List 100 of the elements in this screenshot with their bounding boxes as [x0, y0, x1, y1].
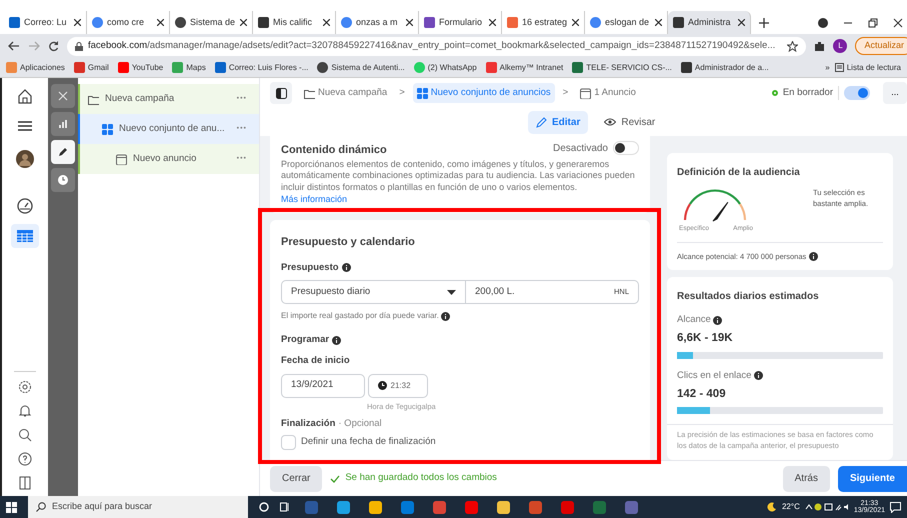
time-field[interactable]: 21:32: [368, 374, 428, 398]
card-title: Contenido dinámico: [281, 143, 387, 158]
search-icon: [36, 502, 46, 512]
close-icon[interactable]: [738, 19, 745, 26]
tray-icons-drawing: [804, 502, 849, 512]
close-icon[interactable]: [323, 19, 330, 26]
update-button[interactable]: Actualizar: [855, 37, 907, 55]
field-label: Finalización: [281, 416, 336, 431]
notifications-icon[interactable]: [890, 502, 901, 512]
bookmark-link[interactable]: Correo: Luis Flores -...: [214, 62, 308, 74]
field-label: Programar: [281, 333, 330, 347]
avatar-icon[interactable]: [16, 150, 34, 168]
help-icon[interactable]: [18, 452, 32, 466]
close-icon[interactable]: [240, 19, 247, 26]
mode-tab[interactable]: Revisar: [596, 110, 664, 134]
bookmark-link[interactable]: Aplicaciones: [6, 62, 65, 74]
sidebar-toggle-button[interactable]: [270, 82, 292, 104]
bookmark-link[interactable]: Gmail: [74, 62, 109, 74]
pencil-icon: [57, 146, 69, 158]
close-icon[interactable]: [406, 19, 413, 26]
status-toggle[interactable]: [844, 86, 870, 100]
description-text: Proporciónanos elementos de contenido, como imágenes y títulos, y generaremos automáticamente combinaciones optimizadas para tu audiencia. Las variaciones pueden incluir distintos formatos o plantillas en función de uno o varios elementos. Más información: [281, 158, 636, 206]
budget-type-dropdown[interactable]: Presupuesto diario: [281, 280, 466, 304]
gauge-icon[interactable]: [16, 197, 34, 215]
close-icon[interactable]: [157, 19, 164, 26]
bookmark-link[interactable]: YouTube: [118, 62, 164, 74]
chart-icon: [57, 118, 69, 130]
new-tab-icon[interactable]: [759, 18, 769, 28]
panel-icon[interactable]: [18, 476, 32, 490]
info-icon: [809, 252, 818, 261]
chevron-icon: >: [562, 86, 568, 100]
app-icon[interactable]: [497, 500, 510, 514]
help-text: El importe real gastado por día puede variar.: [281, 310, 439, 322]
grid-icon: [102, 124, 113, 134]
reload-icon[interactable]: [48, 40, 59, 52]
close-icon[interactable]: [572, 19, 579, 26]
reading-list-button[interactable]: Lista de lectura: [834, 62, 901, 74]
bookmark-link[interactable]: Sistema de Autenti...: [317, 62, 405, 74]
dynamic-toggle[interactable]: [613, 141, 639, 156]
table-icon[interactable]: [16, 227, 34, 245]
date-field[interactable]: 13/9/2021: [281, 374, 365, 398]
bookmark-link[interactable]: (2) WhatsApp: [414, 62, 477, 74]
cortana-icon[interactable]: [259, 502, 269, 512]
folder-icon: [88, 94, 99, 104]
settings-icon[interactable]: [18, 380, 32, 394]
bookmark-link[interactable]: Alkemy™ Intranet: [486, 62, 564, 74]
status-label: En borrador: [782, 86, 833, 100]
star-icon[interactable]: [787, 40, 798, 52]
moon-icon: [766, 502, 777, 512]
taskbar-search-field[interactable]: Escribe aquí para buscar: [28, 496, 248, 518]
search-icon[interactable]: [18, 428, 32, 442]
temperature-text: 22°C: [782, 501, 800, 513]
app-icon[interactable]: [369, 500, 382, 514]
checkbox[interactable]: [281, 435, 296, 450]
folder-icon: [304, 88, 315, 98]
info-icon: [332, 336, 342, 345]
home-icon[interactable]: [16, 87, 34, 105]
next-button[interactable]: Siguiente: [838, 466, 907, 492]
bookmark-link[interactable]: TELE- SERVICIO CS-...: [572, 62, 672, 74]
grid-icon: [416, 88, 428, 98]
back-button[interactable]: Atrás: [782, 466, 830, 492]
address-field[interactable]: facebook.com/adsmanager/manage/adsets/edit?act=320788459227416&nav_entry_point=comet_bookmark&selected_campaign_ids=23848711527190492&sele...: [67, 36, 806, 56]
mode-tab[interactable]: Editar: [528, 110, 588, 134]
windows-icon[interactable]: [6, 502, 17, 512]
more-info-link[interactable]: Más información: [281, 194, 348, 204]
pencil-button[interactable]: [51, 140, 75, 164]
square-icon: [507, 17, 518, 28]
field-label: Fecha de inicio: [281, 354, 351, 368]
clock-button[interactable]: [51, 168, 75, 192]
breadcrumb-link[interactable]: Nueva campaña: [300, 82, 392, 104]
caret-icon: [447, 290, 456, 294]
more-bookmarks-button[interactable]: »: [825, 62, 830, 74]
profile-avatar[interactable]: L: [833, 39, 848, 53]
bookmark-link[interactable]: Maps: [172, 62, 206, 74]
close-icon: [57, 90, 69, 102]
checkbox-label: Definir una fecha de finalización: [301, 435, 436, 450]
close-icon[interactable]: [893, 18, 903, 28]
browser-tab[interactable]: Administra: [668, 11, 751, 34]
info-icon: [441, 312, 450, 320]
task-view-icon[interactable]: [280, 502, 290, 512]
close-icon[interactable]: [655, 19, 662, 26]
breadcrumb-link[interactable]: Nuevo conjunto de anuncios: [412, 82, 555, 104]
restore-icon[interactable]: [868, 18, 878, 28]
bookmark-link[interactable]: Administrador de a...: [680, 62, 769, 74]
chart-button[interactable]: [51, 112, 75, 136]
app-icon[interactable]: [337, 500, 350, 514]
bell-icon[interactable]: [18, 404, 32, 418]
metric-value: 142 - 409: [677, 386, 727, 402]
chevron-icon: >: [399, 86, 405, 100]
info-icon: [342, 263, 351, 272]
close-button[interactable]: [51, 84, 75, 108]
close-icon[interactable]: [489, 19, 496, 26]
pencil-icon: [536, 116, 547, 128]
breadcrumb-link[interactable]: 1 Anuncio: [576, 82, 640, 104]
close-icon[interactable]: [74, 19, 81, 26]
close-button[interactable]: Cerrar: [270, 466, 322, 492]
back-icon[interactable]: [8, 41, 20, 51]
field-label: Presupuesto: [281, 260, 339, 275]
clock-icon: [57, 174, 69, 186]
more-button[interactable]: ...: [883, 82, 907, 104]
